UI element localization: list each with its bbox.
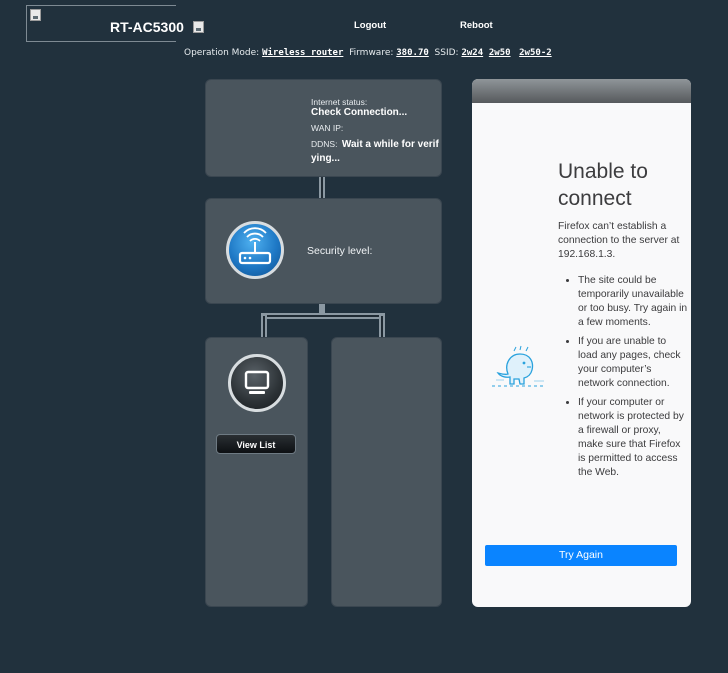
usb-device-panel[interactable] [332, 338, 441, 606]
firmware-label: Firmware: [349, 48, 394, 58]
ssid-label: SSID: [434, 48, 459, 58]
error-suggestions-list: The site could be temporarily unavailabl… [564, 274, 688, 485]
broken-image-icon [30, 9, 41, 21]
list-item: If your computer or network is protected… [578, 396, 688, 480]
error-description: Firefox can’t establish a connection to … [558, 221, 680, 260]
operation-mode-label: Operation Mode: [184, 48, 260, 58]
firmware-link[interactable]: 380.70 [396, 48, 429, 58]
broken-image-icon [193, 21, 204, 33]
list-item: The site could be temporarily unavailabl… [578, 274, 688, 330]
ddns-value-continued: ying... [311, 153, 340, 164]
router-glyph [238, 227, 272, 265]
internet-status-label: Internet status: [311, 97, 368, 107]
logout-button[interactable]: Logout [354, 20, 386, 31]
internet-status-value: Check Connection... [311, 107, 408, 118]
list-item: If you are unable to load any pages, che… [578, 335, 688, 391]
ssid-link-2w50-2[interactable]: 2w50-2 [519, 48, 552, 58]
error-title-line2: connect [558, 187, 632, 210]
monitor-glyph [244, 370, 270, 394]
ssid-link-2w50[interactable]: 2w50 [489, 48, 511, 58]
security-level-label: Security level: [307, 245, 373, 257]
connector-line [263, 316, 265, 338]
ssid-link-2w24[interactable]: 2w24 [461, 48, 483, 58]
wan-ip-label: WAN IP: [311, 123, 344, 133]
view-list-button[interactable]: View List [216, 434, 296, 454]
monitor-icon[interactable] [228, 354, 286, 412]
connector-line [265, 315, 381, 317]
ddns-info: DDNS: Wait a while for verif ying... [311, 137, 439, 165]
router-icon[interactable] [226, 221, 284, 279]
frame-title-bar [472, 79, 691, 103]
connector-line [381, 316, 383, 338]
error-title-line1: Unable to [558, 160, 648, 183]
internet-status-panel[interactable]: Internet status: Check Connection... WAN… [206, 80, 441, 176]
try-again-button[interactable]: Try Again [485, 545, 677, 566]
ddns-value: Wait a while for verif [341, 139, 439, 150]
dinosaur-illustration [492, 345, 546, 387]
connector-line [321, 176, 323, 199]
firefox-error-frame: Unable to connect Firefox can’t establis… [472, 79, 691, 607]
operation-status-bar: Operation Mode: Wireless router Firmware… [184, 48, 552, 58]
operation-mode-link[interactable]: Wireless router [262, 48, 343, 58]
error-title: Unable to connect [558, 158, 678, 212]
router-model-title: RT-AC5300 [110, 19, 184, 35]
ddns-label: DDNS: [311, 139, 338, 149]
reboot-button[interactable]: Reboot [460, 20, 493, 31]
